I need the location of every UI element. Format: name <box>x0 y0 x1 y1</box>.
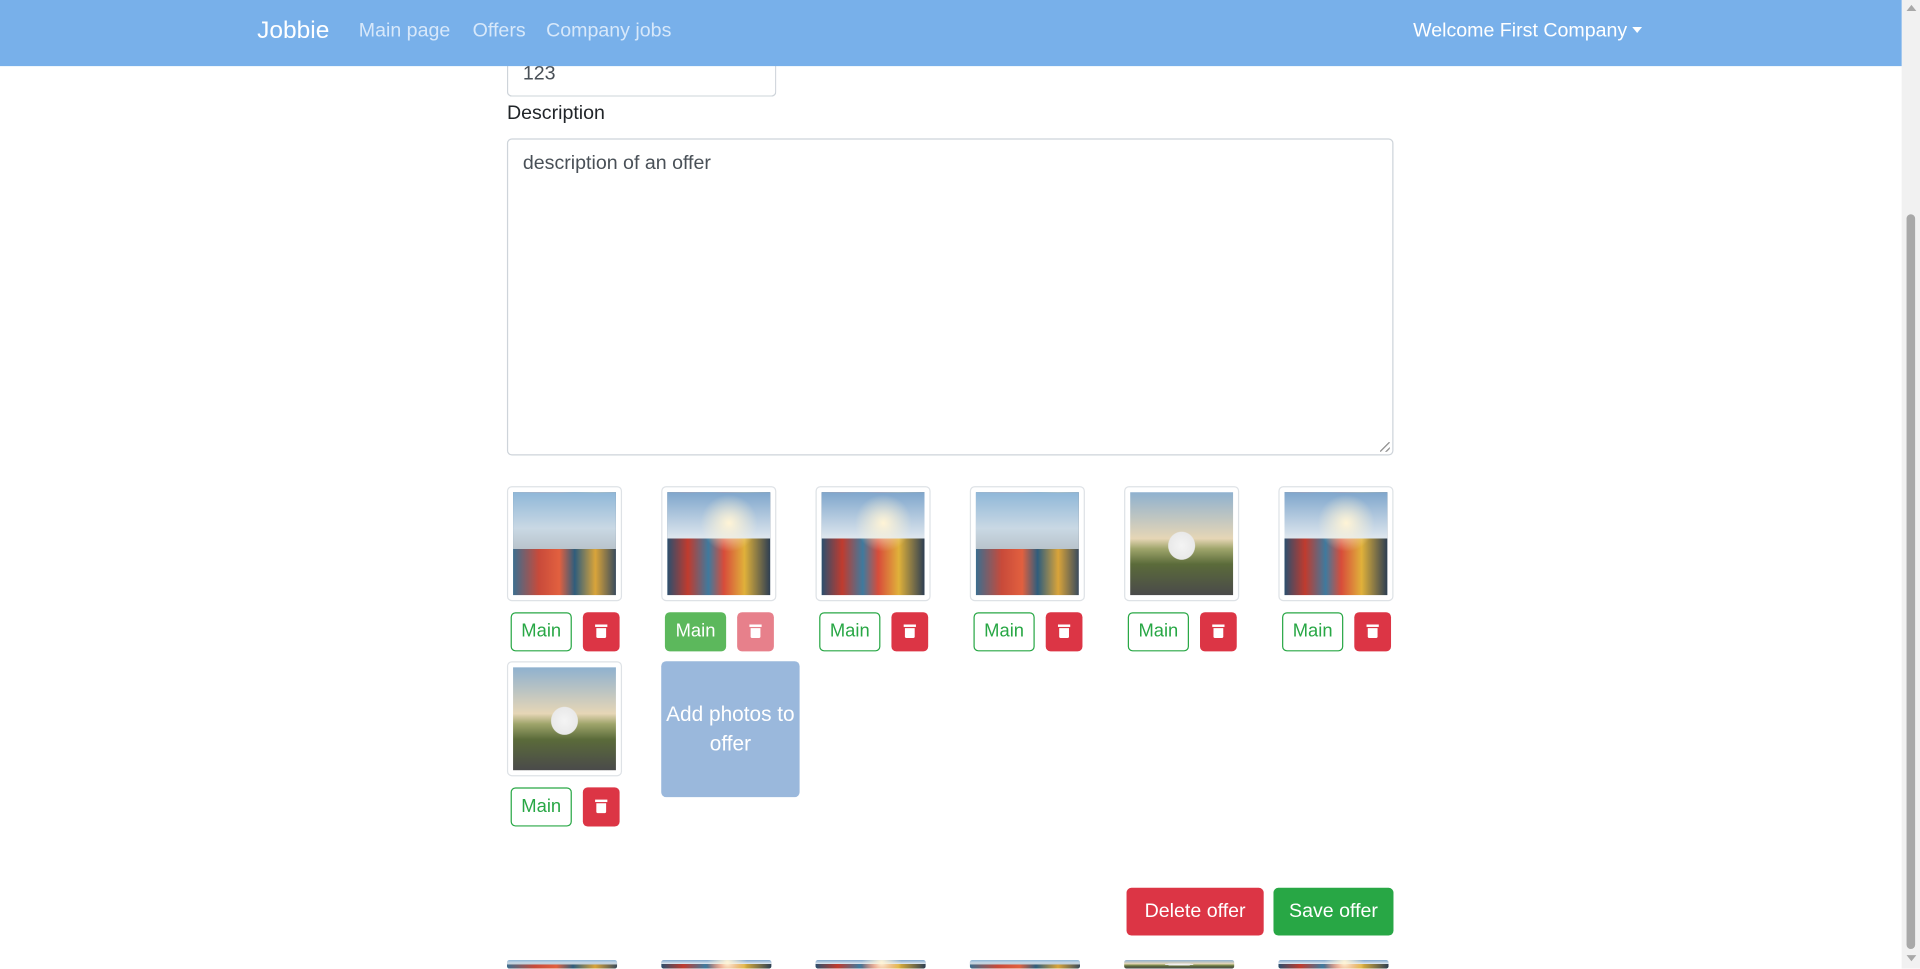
delete-photo-button[interactable] <box>582 787 620 827</box>
caret-down-icon <box>1632 26 1642 34</box>
delete-photo-button[interactable] <box>891 612 929 652</box>
trash-icon <box>749 624 762 638</box>
set-main-button[interactable]: Main <box>1127 612 1189 652</box>
nav-company-jobs[interactable]: Company jobs <box>546 21 671 43</box>
delete-photo-button[interactable] <box>1045 612 1083 652</box>
delete-photo-button[interactable] <box>1200 612 1237 652</box>
description-text: description of an offer <box>522 153 711 174</box>
add-photos-button[interactable]: Add photos to offer <box>661 661 800 798</box>
photo-thumbnail <box>1124 486 1240 602</box>
delete-offer-button[interactable]: Delete offer <box>1126 887 1264 936</box>
set-main-button[interactable]: Main <box>510 787 572 827</box>
next-photo-peek <box>1124 960 1235 969</box>
offer-photo <box>513 492 616 596</box>
photo-thumbnail <box>506 486 623 602</box>
photo-thumbnail <box>1278 486 1394 602</box>
save-offer-button[interactable]: Save offer <box>1273 887 1394 936</box>
photo-thumbnail <box>661 486 777 602</box>
nav-main-page[interactable]: Main page <box>359 21 450 43</box>
trash-icon <box>595 799 608 814</box>
trash-icon <box>595 624 608 638</box>
delete-photo-button[interactable] <box>737 612 774 652</box>
photo-thumbnail <box>815 486 931 602</box>
offer-photo <box>1130 492 1234 596</box>
scroll-up-icon[interactable] <box>1906 4 1917 12</box>
offer-photo <box>1284 492 1388 596</box>
description-label: Description <box>506 102 605 124</box>
description-textarea[interactable]: description of an offer <box>506 138 1394 456</box>
resize-handle-icon[interactable] <box>1380 442 1390 452</box>
set-main-button[interactable]: Main <box>1282 612 1344 652</box>
next-photo-peek <box>506 960 618 969</box>
scroll-down-icon[interactable] <box>1906 955 1917 962</box>
set-main-button[interactable]: Main <box>973 612 1035 652</box>
top-navbar: Jobbie Main page Offers Company jobs Wel… <box>0 0 1902 67</box>
delete-photo-button[interactable] <box>582 612 620 652</box>
set-main-button[interactable]: Main <box>510 612 572 652</box>
nav-offers[interactable]: Offers <box>473 21 526 43</box>
brand-logo[interactable]: Jobbie <box>257 17 329 45</box>
trash-icon <box>1366 624 1379 638</box>
offer-photo <box>513 667 616 771</box>
page: Jobbie Main page Offers Company jobs Wel… <box>0 0 1920 969</box>
scrollbar-thumb[interactable] <box>1906 214 1916 949</box>
next-photo-peek <box>1278 960 1389 969</box>
vertical-scrollbar[interactable] <box>1901 0 1920 969</box>
next-photo-peek <box>815 960 926 969</box>
offer-photo <box>667 492 771 596</box>
set-main-button[interactable]: Main <box>664 612 727 652</box>
user-menu-toggle[interactable]: Welcome First Company <box>1413 21 1642 43</box>
trash-icon <box>1057 624 1071 638</box>
next-photo-peek <box>661 960 772 969</box>
photo-thumbnail <box>969 486 1085 602</box>
user-menu-label: Welcome First Company <box>1413 20 1628 42</box>
trash-icon <box>1212 624 1225 638</box>
delete-photo-button[interactable] <box>1354 612 1392 652</box>
next-photo-peek <box>969 960 1081 969</box>
trash-icon <box>903 624 916 638</box>
offer-photo <box>975 492 1079 596</box>
set-main-button[interactable]: Main <box>819 612 881 652</box>
offer-photo <box>821 492 925 596</box>
photo-thumbnail <box>506 661 623 777</box>
